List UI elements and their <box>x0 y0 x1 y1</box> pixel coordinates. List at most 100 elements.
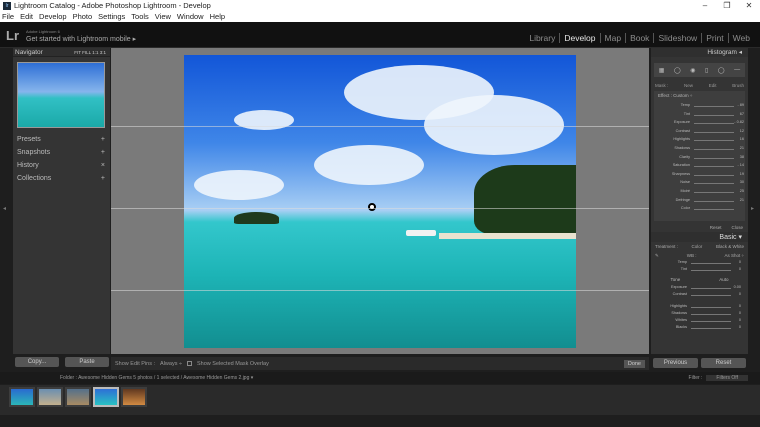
filmstrip-thumb[interactable] <box>9 387 35 407</box>
filmstrip-thumb-selected[interactable] <box>93 387 119 407</box>
menu-photo[interactable]: Photo <box>73 12 93 21</box>
right-panel-toggle-icon[interactable]: ▸ <box>751 205 754 212</box>
graduated-filter-line-top[interactable] <box>111 126 649 127</box>
slider-moir[interactable]: Moiré 25 <box>656 189 744 195</box>
module-web[interactable]: Web <box>727 33 754 43</box>
spot-removal-icon[interactable]: ◯ <box>674 67 681 74</box>
image-canvas[interactable] <box>111 48 649 354</box>
menu-window[interactable]: Window <box>177 12 204 21</box>
slider-temp[interactable]: Temp 0 <box>653 260 741 266</box>
wb-select[interactable]: As Shot ÷ <box>725 253 744 258</box>
mask-edit[interactable]: Edit <box>709 83 717 88</box>
mask-brush[interactable]: Brush <box>732 83 744 88</box>
treatment-color[interactable]: Color <box>692 244 703 249</box>
add-snapshot-icon[interactable]: + <box>101 149 105 156</box>
module-book[interactable]: Book <box>625 33 653 43</box>
filmstrip-thumb[interactable] <box>37 387 63 407</box>
slider-whites[interactable]: Whites 0 <box>653 318 741 324</box>
zoom-options[interactable]: FIT FILL 1:1 3:1 <box>74 50 106 55</box>
filmstrip-thumb[interactable] <box>121 387 147 407</box>
mask-overlay-checkbox[interactable] <box>187 361 193 366</box>
slider-contrast[interactable]: Contrast 12 <box>656 129 744 135</box>
copy-button[interactable]: Copy... <box>15 357 59 367</box>
panel-snapshots[interactable]: Snapshots + <box>13 146 110 159</box>
slider-track[interactable] <box>694 209 734 211</box>
slider-saturation[interactable]: Saturation - 14 <box>656 163 744 169</box>
done-button[interactable]: Done <box>623 359 645 368</box>
slider-track[interactable] <box>691 295 731 296</box>
mask-new[interactable]: New <box>684 83 693 88</box>
graduated-filter-icon[interactable]: ▯ <box>705 67 708 74</box>
filter-reset-button[interactable]: Reset <box>710 225 722 230</box>
reset-button[interactable]: Reset <box>701 358 746 368</box>
clear-history-icon[interactable]: × <box>101 162 105 169</box>
navigator-preview[interactable] <box>17 62 105 128</box>
paste-button[interactable]: Paste <box>65 357 109 367</box>
filmstrip-thumb[interactable] <box>65 387 91 407</box>
slider-highlights[interactable]: Highlights 0 <box>653 304 741 310</box>
menu-settings[interactable]: Settings <box>98 12 125 21</box>
module-print[interactable]: Print <box>701 33 727 43</box>
slider-color[interactable]: Color <box>656 206 744 212</box>
slider-track[interactable] <box>691 307 731 308</box>
slider-exposure[interactable]: Exposure - 0.82 <box>656 120 744 126</box>
slider-track[interactable] <box>694 157 734 159</box>
module-slideshow[interactable]: Slideshow <box>653 33 701 43</box>
slider-track[interactable] <box>694 166 734 168</box>
filter-select[interactable]: Filters Off <box>706 375 748 381</box>
maximize-button[interactable]: ❐ <box>716 0 738 11</box>
red-eye-icon[interactable]: ◉ <box>690 67 695 74</box>
mask-pin-icon[interactable] <box>368 203 376 211</box>
slider-sharpness[interactable]: Sharpness 19 <box>656 172 744 178</box>
eyedropper-icon[interactable]: ✎ <box>655 253 659 259</box>
source-info[interactable]: Folder : Awesome Hidden Gems 5 photos / … <box>60 375 253 381</box>
slider-highlights[interactable]: Highlights 16 <box>656 137 744 143</box>
slider-track[interactable] <box>694 200 734 202</box>
panel-history[interactable]: History × <box>13 159 110 172</box>
slider-clarity[interactable]: Clarity 38 <box>656 155 744 161</box>
slider-temp[interactable]: Temp - 89 <box>656 103 744 109</box>
left-panel-toggle-icon[interactable]: ◂ <box>3 205 6 212</box>
slider-shadows[interactable]: Shadows 0 <box>653 311 741 317</box>
graduated-filter-line-bottom[interactable] <box>111 290 649 291</box>
slider-track[interactable] <box>691 328 731 329</box>
slider-track[interactable] <box>694 183 734 185</box>
slider-track[interactable] <box>694 123 734 125</box>
basic-header[interactable]: Basic ▾ <box>651 232 748 242</box>
add-preset-icon[interactable]: + <box>101 136 105 143</box>
panel-presets[interactable]: Presets + <box>13 133 110 146</box>
radial-filter-icon[interactable]: ◯ <box>718 67 725 74</box>
slider-track[interactable] <box>691 321 731 322</box>
treatment-bw[interactable]: Black & White <box>716 244 744 249</box>
menu-develop[interactable]: Develop <box>39 12 67 21</box>
navigator-header[interactable]: Navigator FIT FILL 1:1 3:1 <box>13 48 110 57</box>
slider-shadows[interactable]: Shadows 21 <box>656 146 744 152</box>
filter-close-button[interactable]: Close <box>731 225 743 230</box>
module-map[interactable]: Map <box>599 33 626 43</box>
menu-view[interactable]: View <box>155 12 171 21</box>
slider-track[interactable] <box>691 263 731 264</box>
module-library[interactable]: Library <box>525 33 559 43</box>
main-photo[interactable] <box>184 55 576 348</box>
close-button[interactable]: ✕ <box>738 0 760 11</box>
slider-track[interactable] <box>694 174 734 176</box>
slider-tint[interactable]: Tint 0 <box>653 267 741 273</box>
slider-track[interactable] <box>694 114 734 116</box>
histogram-header[interactable]: Histogram ◂ <box>651 48 748 57</box>
crop-tool-icon[interactable]: ▦ <box>659 67 665 74</box>
adjustment-brush-icon[interactable]: — <box>734 67 740 73</box>
slider-track[interactable] <box>691 314 731 315</box>
slider-contrast[interactable]: Contrast 0 <box>653 292 741 298</box>
slider-track[interactable] <box>694 149 734 150</box>
menu-help[interactable]: Help <box>210 12 225 21</box>
effect-select[interactable]: Effect : Custom ÷ <box>654 91 745 100</box>
edit-pins-select[interactable]: Always ÷ <box>160 361 182 367</box>
slider-defringe[interactable]: Defringe 21 <box>656 198 744 204</box>
slider-track[interactable] <box>694 140 734 142</box>
slider-noise[interactable]: Noise 30 <box>656 180 744 186</box>
slider-track[interactable] <box>691 288 731 289</box>
module-develop[interactable]: Develop <box>559 33 599 43</box>
slider-track[interactable] <box>691 270 731 271</box>
previous-button[interactable]: Previous <box>653 358 698 368</box>
auto-tone-button[interactable]: Auto <box>719 277 728 282</box>
